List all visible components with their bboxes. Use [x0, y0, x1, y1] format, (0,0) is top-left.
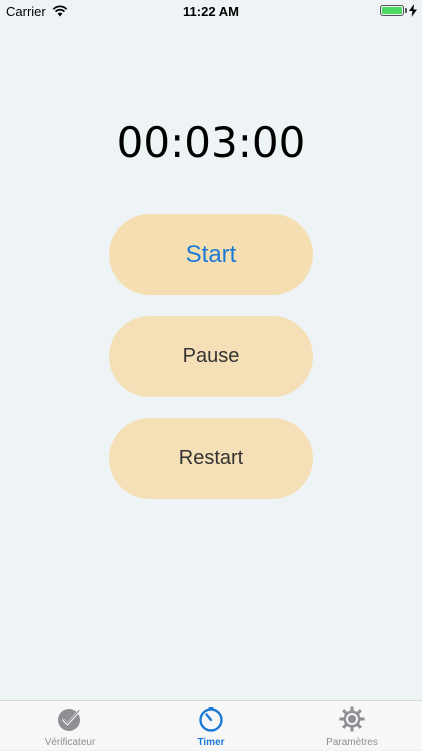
- tab-parametres[interactable]: Paramètres: [282, 701, 422, 751]
- timer-display: 00:03:00: [116, 118, 306, 167]
- timer-icon: [199, 707, 223, 732]
- battery-icon: [380, 5, 404, 16]
- status-bar: Carrier 11:22 AM: [0, 0, 422, 22]
- restart-button[interactable]: Restart: [109, 418, 313, 499]
- gear-icon: [339, 706, 365, 732]
- charging-bolt-icon: [409, 4, 417, 17]
- tab-label-verificateur: Vérificateur: [44, 737, 96, 748]
- tab-timer[interactable]: Timer: [140, 701, 282, 751]
- status-time: 11:22 AM: [183, 4, 239, 19]
- battery-cap: [405, 8, 407, 13]
- tab-label-timer: Timer: [197, 737, 225, 748]
- tab-bar: Vérificateur Timer Paramètres: [0, 700, 422, 750]
- pause-button[interactable]: Pause: [109, 316, 313, 397]
- tab-verificateur[interactable]: Vérificateur: [0, 701, 140, 751]
- start-button[interactable]: Start: [109, 214, 313, 295]
- checkmark-icon: [58, 709, 81, 731]
- tab-label-parametres: Paramètres: [326, 737, 378, 748]
